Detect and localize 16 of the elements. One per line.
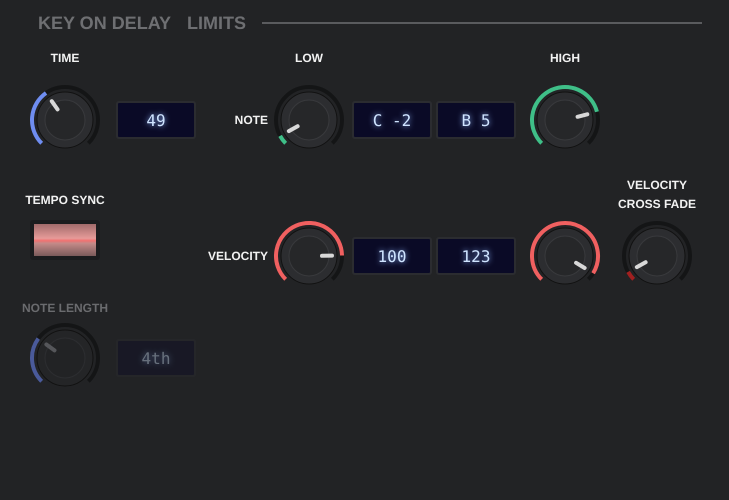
section-title: KEY ON DELAY xyxy=(38,12,172,34)
time-label: TIME xyxy=(50,50,80,66)
low-display[interactable]: C -2 xyxy=(352,101,432,139)
row-label: NOTE xyxy=(234,112,268,128)
low-display[interactable]: 100 xyxy=(352,237,432,275)
section-title: LIMITS xyxy=(187,12,246,34)
tempo-sync-toggle[interactable] xyxy=(30,220,100,260)
high-label: HIGH xyxy=(550,50,580,66)
high-display[interactable]: B 5 xyxy=(436,101,516,139)
low-label: LOW xyxy=(295,50,323,66)
tempo-sync-label: TEMPO SYNC xyxy=(25,192,105,208)
velocity-cross-fade-label: VELOCITY CROSS FADE xyxy=(616,177,697,213)
high-display[interactable]: 123 xyxy=(436,237,516,275)
row-label: VELOCITY xyxy=(208,248,268,264)
time-display[interactable]: 49 xyxy=(116,101,196,139)
note-length-label: NOTE LENGTH xyxy=(22,300,108,316)
